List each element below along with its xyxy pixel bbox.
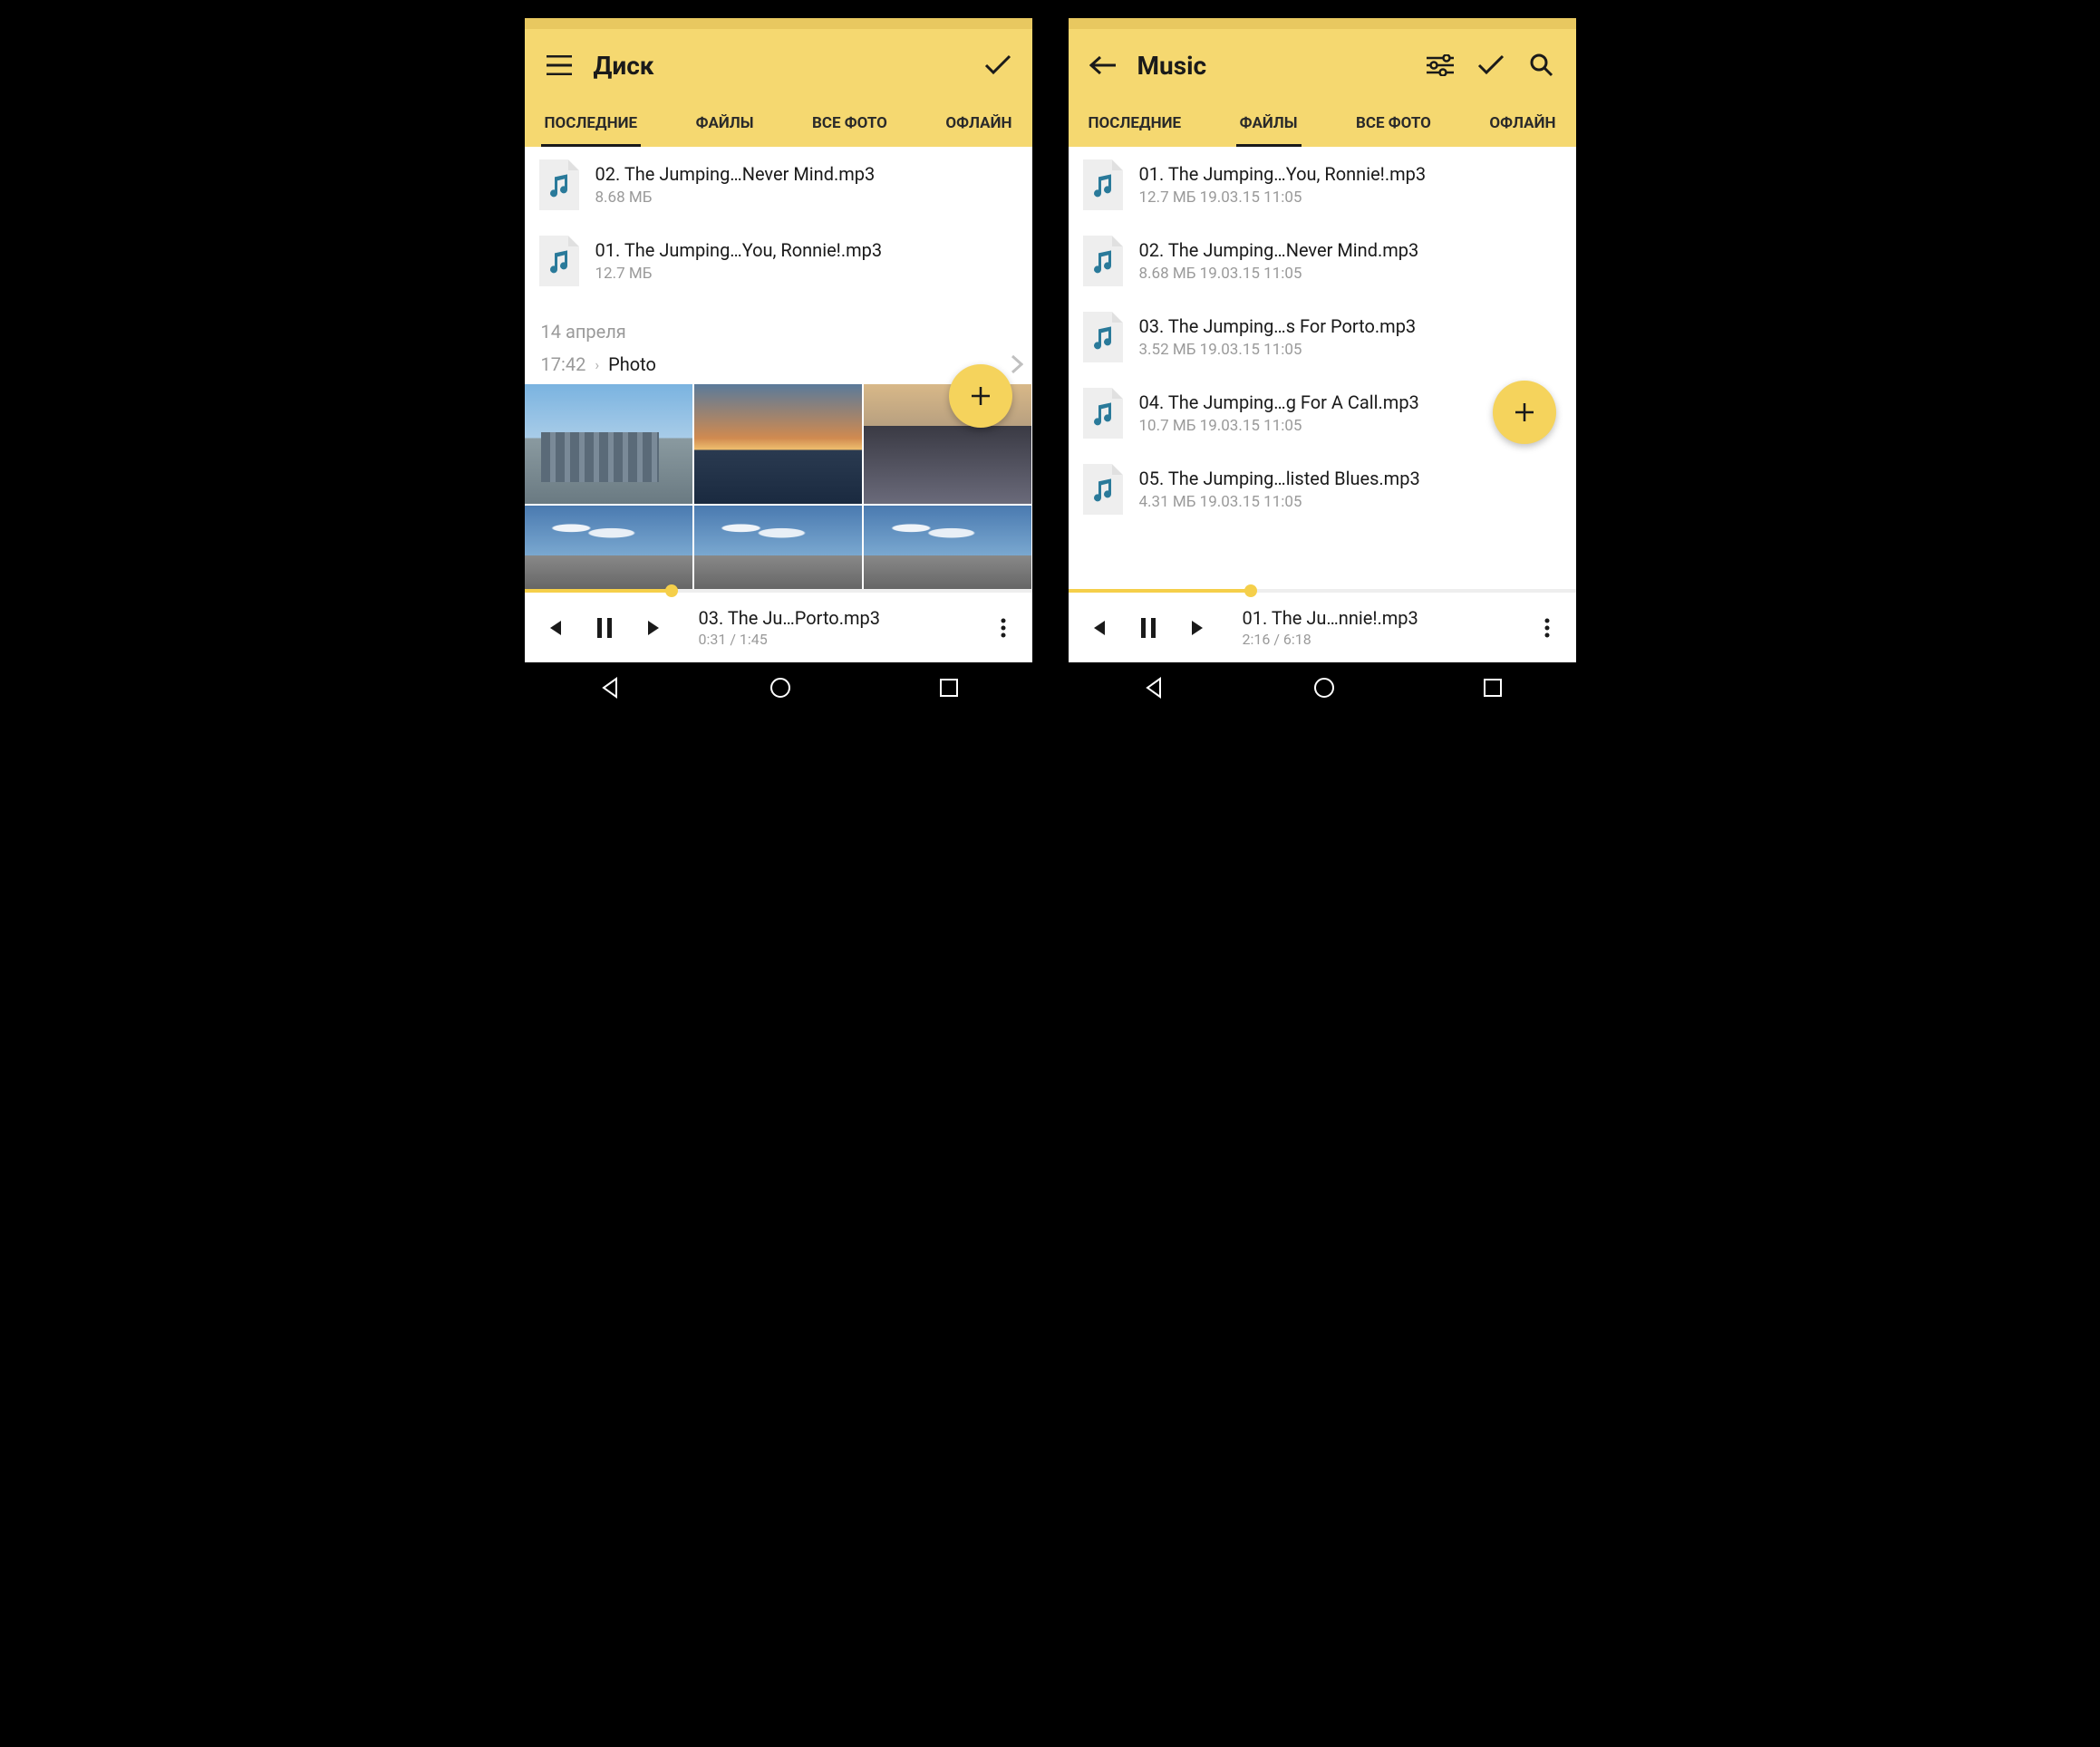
player-time: 2:16 / 6:18 xyxy=(1243,631,1522,648)
progress-thumb[interactable] xyxy=(1244,584,1257,597)
photo-thumb[interactable] xyxy=(694,384,862,504)
android-nav-bar xyxy=(1069,662,1576,713)
nav-back-icon[interactable] xyxy=(598,676,622,700)
search-icon[interactable] xyxy=(1525,49,1558,82)
tab-bar: ПОСЛЕДНИЕ ФАЙЛЫ ВСЕ ФОТО ОФЛАЙН xyxy=(525,101,1032,147)
music-file-icon xyxy=(1083,388,1123,439)
page-title: Music xyxy=(1137,51,1406,81)
date-header: 14 апреля xyxy=(525,299,1032,348)
tab-offline[interactable]: ОФЛАЙН xyxy=(1485,101,1559,147)
player-info: 01. The Ju…nnie!.mp3 2:16 / 6:18 xyxy=(1243,607,1522,648)
more-icon[interactable] xyxy=(1531,612,1563,644)
file-name: 01. The Jumping…You, Ronnie!.mp3 xyxy=(595,239,1018,261)
prev-track-icon[interactable] xyxy=(537,612,570,644)
player-progress[interactable] xyxy=(1069,589,1576,593)
prev-track-icon[interactable] xyxy=(1081,612,1114,644)
file-row[interactable]: 02. The Jumping…Never Mind.mp3 8.68 МБ xyxy=(525,147,1032,223)
status-bar xyxy=(1069,18,1576,29)
file-name: 03. The Jumping…s For Porto.mp3 xyxy=(1139,315,1562,337)
tab-all-photos[interactable]: ВСЕ ФОТО xyxy=(1352,101,1435,147)
player-controls xyxy=(1081,612,1215,644)
content-area: 02. The Jumping…Never Mind.mp3 8.68 МБ 0… xyxy=(525,147,1032,589)
photo-time: 17:42 xyxy=(541,353,586,375)
file-row[interactable]: 02. The Jumping…Never Mind.mp3 8.68 МБ 19… xyxy=(1069,223,1576,299)
music-file-icon xyxy=(539,236,579,286)
tab-files[interactable]: ФАЙЛЫ xyxy=(692,101,758,147)
tab-offline[interactable]: ОФЛАЙН xyxy=(942,101,1015,147)
file-meta: 3.52 МБ 19.03.15 11:05 xyxy=(1139,341,1562,359)
music-file-icon xyxy=(539,159,579,210)
page-title: Диск xyxy=(594,51,963,81)
file-meta: 12.7 МБ xyxy=(595,265,1018,283)
file-row[interactable]: 03. The Jumping…s For Porto.mp3 3.52 МБ 1… xyxy=(1069,299,1576,375)
file-row[interactable]: 05. The Jumping…listed Blues.mp3 4.31 МБ … xyxy=(1069,451,1576,527)
file-name: 01. The Jumping…You, Ronnie!.mp3 xyxy=(1139,163,1562,185)
nav-home-icon[interactable] xyxy=(1312,676,1336,700)
photo-thumb[interactable] xyxy=(864,506,1031,589)
player-time: 0:31 / 1:45 xyxy=(699,631,978,648)
fab-add-button[interactable] xyxy=(949,364,1012,428)
fab-add-button[interactable] xyxy=(1493,381,1556,444)
file-name: 02. The Jumping…Never Mind.mp3 xyxy=(1139,239,1562,261)
file-row[interactable]: 01. The Jumping…You, Ronnie!.mp3 12.7 МБ xyxy=(525,223,1032,299)
check-icon[interactable] xyxy=(1475,49,1507,82)
check-icon[interactable] xyxy=(982,49,1014,82)
player-progress[interactable] xyxy=(525,589,1032,593)
file-meta: 12.7 МБ 19.03.15 11:05 xyxy=(1139,188,1562,207)
nav-recent-icon[interactable] xyxy=(1483,678,1503,698)
tab-recent[interactable]: ПОСЛЕДНИЕ xyxy=(1085,101,1185,147)
content-area: 01. The Jumping…You, Ronnie!.mp3 12.7 МБ … xyxy=(1069,147,1576,589)
music-file-icon xyxy=(1083,236,1123,286)
phone-right: Music ПОСЛЕДНИЕ ФАЙЛЫ ВСЕ ФОТО ОФЛАЙН 01… xyxy=(1069,18,1576,713)
file-info: 01. The Jumping…You, Ronnie!.mp3 12.7 МБ xyxy=(595,239,1018,283)
status-bar xyxy=(525,18,1032,29)
photo-thumb[interactable] xyxy=(694,506,862,589)
progress-fill xyxy=(525,589,672,593)
file-meta: 8.68 МБ 19.03.15 11:05 xyxy=(1139,265,1562,283)
player-info: 03. The Ju…Porto.mp3 0:31 / 1:45 xyxy=(699,607,978,648)
music-file-icon xyxy=(1083,159,1123,210)
android-nav-bar xyxy=(525,662,1032,713)
app-bar: Music xyxy=(1069,29,1576,101)
photo-folder-label: Photo xyxy=(608,353,1001,375)
file-row[interactable]: 01. The Jumping…You, Ronnie!.mp3 12.7 МБ … xyxy=(1069,147,1576,223)
music-file-icon xyxy=(1083,464,1123,515)
nav-back-icon[interactable] xyxy=(1142,676,1166,700)
menu-icon[interactable] xyxy=(543,49,576,82)
tab-all-photos[interactable]: ВСЕ ФОТО xyxy=(808,101,891,147)
back-icon[interactable] xyxy=(1087,49,1119,82)
player-controls xyxy=(537,612,672,644)
progress-thumb[interactable] xyxy=(665,584,678,597)
settings-sliders-icon[interactable] xyxy=(1424,49,1456,82)
tab-recent[interactable]: ПОСЛЕДНИЕ xyxy=(541,101,642,147)
player-track-title: 03. The Ju…Porto.mp3 xyxy=(699,607,978,629)
photo-thumb[interactable] xyxy=(525,384,692,504)
nav-home-icon[interactable] xyxy=(769,676,792,700)
file-meta: 8.68 МБ xyxy=(595,188,1018,207)
pause-icon[interactable] xyxy=(588,612,621,644)
next-track-icon[interactable] xyxy=(639,612,672,644)
player-track-title: 01. The Ju…nnie!.mp3 xyxy=(1243,607,1522,629)
tab-files[interactable]: ФАЙЛЫ xyxy=(1236,101,1302,147)
app-bar: Диск xyxy=(525,29,1032,101)
nav-recent-icon[interactable] xyxy=(939,678,959,698)
pause-icon[interactable] xyxy=(1132,612,1165,644)
breadcrumb-separator-icon: › xyxy=(595,356,599,373)
chevron-right-icon xyxy=(1011,354,1023,374)
more-icon[interactable] xyxy=(987,612,1020,644)
player-bar: 03. The Ju…Porto.mp3 0:31 / 1:45 xyxy=(525,593,1032,662)
music-file-icon xyxy=(1083,312,1123,362)
file-meta: 4.31 МБ 19.03.15 11:05 xyxy=(1139,493,1562,511)
next-track-icon[interactable] xyxy=(1183,612,1215,644)
file-name: 05. The Jumping…listed Blues.mp3 xyxy=(1139,468,1562,489)
progress-fill xyxy=(1069,589,1252,593)
phone-left: Диск ПОСЛЕДНИЕ ФАЙЛЫ ВСЕ ФОТО ОФЛАЙН 02.… xyxy=(525,18,1032,713)
photo-thumb[interactable] xyxy=(525,506,692,589)
tab-bar: ПОСЛЕДНИЕ ФАЙЛЫ ВСЕ ФОТО ОФЛАЙН xyxy=(1069,101,1576,147)
file-info: 02. The Jumping…Never Mind.mp3 8.68 МБ xyxy=(595,163,1018,207)
file-name: 02. The Jumping…Never Mind.mp3 xyxy=(595,163,1018,185)
player-bar: 01. The Ju…nnie!.mp3 2:16 / 6:18 xyxy=(1069,593,1576,662)
